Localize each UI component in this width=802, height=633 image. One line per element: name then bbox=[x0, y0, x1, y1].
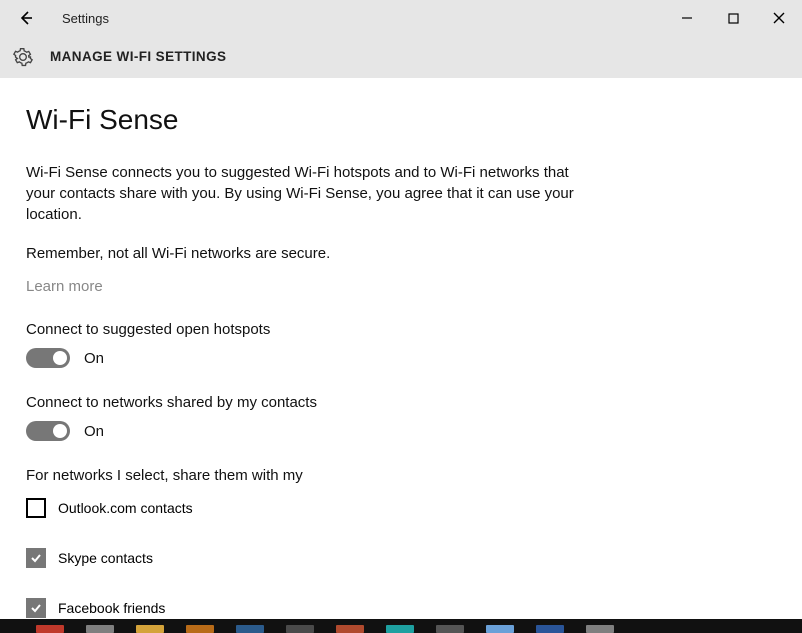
setting-label: Connect to networks shared by my contact… bbox=[26, 394, 776, 411]
taskbar-app-icon[interactable] bbox=[436, 625, 464, 633]
maximize-icon bbox=[728, 13, 739, 24]
taskbar-app-icon[interactable] bbox=[386, 625, 414, 633]
taskbar-app-icon[interactable] bbox=[236, 625, 264, 633]
minimize-icon bbox=[681, 12, 693, 24]
checkbox-row-outlook: Outlook.com contacts bbox=[26, 498, 776, 518]
checkbox-skype[interactable] bbox=[26, 548, 46, 568]
reminder-text: Remember, not all Wi-Fi networks are sec… bbox=[26, 243, 586, 264]
taskbar-app-icon[interactable] bbox=[586, 625, 614, 633]
toggle-row-hotspots: On bbox=[26, 348, 776, 368]
taskbar bbox=[0, 619, 802, 633]
gear-icon bbox=[12, 46, 34, 68]
close-button[interactable] bbox=[756, 0, 802, 36]
toggle-hotspots[interactable] bbox=[26, 348, 70, 368]
toggle-contacts[interactable] bbox=[26, 421, 70, 441]
titlebar-left: Settings bbox=[8, 0, 109, 36]
window-title: Settings bbox=[62, 11, 109, 26]
toggle-row-contacts: On bbox=[26, 421, 776, 441]
taskbar-app-icon[interactable] bbox=[86, 625, 114, 633]
checkbox-outlook[interactable] bbox=[26, 498, 46, 518]
share-label: For networks I select, share them with m… bbox=[26, 467, 776, 484]
taskbar-app-icon[interactable] bbox=[36, 625, 64, 633]
checkbox-label: Facebook friends bbox=[58, 600, 165, 616]
checkbox-row-skype: Skype contacts bbox=[26, 548, 776, 568]
checkbox-row-facebook: Facebook friends bbox=[26, 598, 776, 618]
close-icon bbox=[773, 12, 785, 24]
checkbox-label: Outlook.com contacts bbox=[58, 500, 193, 516]
taskbar-app-icon[interactable] bbox=[336, 625, 364, 633]
checkbox-facebook[interactable] bbox=[26, 598, 46, 618]
taskbar-app-icon[interactable] bbox=[286, 625, 314, 633]
back-button[interactable] bbox=[8, 0, 44, 36]
checkmark-icon bbox=[30, 602, 42, 614]
minimize-button[interactable] bbox=[664, 0, 710, 36]
window-controls bbox=[664, 0, 802, 36]
page-header: MANAGE WI-FI SETTINGS bbox=[0, 36, 802, 78]
checkbox-label: Skype contacts bbox=[58, 550, 153, 566]
checkmark-icon bbox=[30, 552, 42, 564]
taskbar-app-icon[interactable] bbox=[536, 625, 564, 633]
description-text: Wi-Fi Sense connects you to suggested Wi… bbox=[26, 162, 586, 225]
setting-label: Connect to suggested open hotspots bbox=[26, 321, 776, 338]
content-area: Wi-Fi Sense Wi-Fi Sense connects you to … bbox=[0, 78, 802, 618]
toggle-state-label: On bbox=[84, 350, 104, 367]
toggle-state-label: On bbox=[84, 423, 104, 440]
header-title: MANAGE WI-FI SETTINGS bbox=[50, 49, 226, 64]
titlebar: Settings bbox=[0, 0, 802, 36]
page-heading: Wi-Fi Sense bbox=[26, 104, 776, 136]
taskbar-app-icon[interactable] bbox=[136, 625, 164, 633]
taskbar-app-icon[interactable] bbox=[486, 625, 514, 633]
taskbar-app-icon[interactable] bbox=[186, 625, 214, 633]
back-arrow-icon bbox=[18, 10, 34, 26]
maximize-button[interactable] bbox=[710, 0, 756, 36]
learn-more-link[interactable]: Learn more bbox=[26, 278, 103, 295]
